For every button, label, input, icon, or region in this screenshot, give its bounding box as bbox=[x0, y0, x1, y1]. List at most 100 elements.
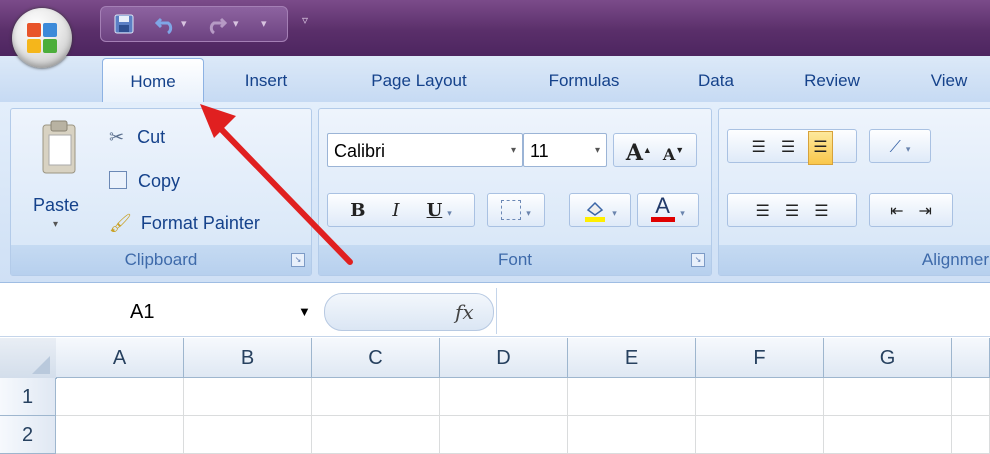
name-box[interactable]: A1 ▼ bbox=[8, 296, 318, 328]
column-header-g[interactable]: G bbox=[824, 338, 952, 378]
cut-label: Cut bbox=[137, 127, 166, 147]
bottom-align-icon[interactable]: ☰ bbox=[808, 131, 833, 165]
ribbon: Paste ▾ ✂ Cut Copy 🖌 Format Painter Clip… bbox=[0, 102, 990, 283]
formula-controls: fx bbox=[324, 293, 494, 331]
cell-e2[interactable] bbox=[568, 416, 696, 454]
decrease-indent-icon[interactable]: ⇤ bbox=[890, 203, 903, 220]
clipboard-dialog-launcher[interactable]: ↘ bbox=[291, 253, 305, 267]
save-icon[interactable] bbox=[113, 13, 135, 35]
format-painter-button[interactable]: 🖌 Format Painter bbox=[109, 213, 260, 234]
select-all-button[interactable] bbox=[0, 338, 57, 379]
cell-f2[interactable] bbox=[696, 416, 824, 454]
customize-icon[interactable]: ▾ bbox=[261, 13, 267, 35]
vertical-align-buttons: ☰ ☰ ☰ bbox=[727, 129, 857, 165]
row-header-2[interactable]: 2 bbox=[0, 416, 56, 454]
cell-h2[interactable] bbox=[952, 416, 990, 454]
cell-d2[interactable] bbox=[440, 416, 568, 454]
column-header-d[interactable]: D bbox=[440, 338, 568, 378]
borders-dropdown-icon: ▾ bbox=[526, 208, 531, 218]
fill-color-dropdown-icon: ▾ bbox=[612, 208, 617, 218]
column-header-h[interactable] bbox=[952, 338, 990, 378]
column-header-e[interactable]: E bbox=[568, 338, 696, 378]
alignment-group: ☰ ☰ ☰ ⟋ ▾ ☰ ☰ ☰ ⇤ ⇥ Alignmer bbox=[718, 108, 990, 276]
ribbon-tabs: Home Insert Page Layout Formulas Data Re… bbox=[0, 56, 990, 105]
align-left-icon[interactable]: ☰ bbox=[755, 203, 769, 220]
clipboard-group-label: Clipboard bbox=[11, 245, 311, 275]
column-header-b[interactable]: B bbox=[184, 338, 312, 378]
orientation-icon: ⟋ bbox=[889, 139, 901, 156]
fill-color-button[interactable]: ▾ bbox=[569, 193, 631, 227]
tab-page-layout[interactable]: Page Layout bbox=[344, 66, 494, 96]
middle-align-icon[interactable]: ☰ bbox=[781, 139, 795, 156]
font-group-label: Font bbox=[319, 245, 711, 275]
copy-button[interactable]: Copy bbox=[109, 171, 180, 192]
tab-home[interactable]: Home bbox=[102, 58, 204, 105]
column-header-f[interactable]: F bbox=[696, 338, 824, 378]
grow-font-button[interactable]: A bbox=[626, 140, 643, 166]
undo-icon[interactable] bbox=[154, 13, 177, 35]
fill-color-icon bbox=[583, 198, 607, 222]
borders-icon bbox=[501, 200, 522, 220]
horizontal-align-buttons: ☰ ☰ ☰ bbox=[727, 193, 857, 227]
tab-view[interactable]: View bbox=[914, 66, 984, 96]
align-right-icon[interactable]: ☰ bbox=[814, 203, 828, 220]
font-size-combo[interactable]: 11 ▾ bbox=[523, 133, 607, 167]
name-box-value: A1 bbox=[130, 301, 155, 323]
qat-more-icon[interactable]: ▿ bbox=[302, 13, 308, 27]
alignment-group-label: Alignmer bbox=[719, 245, 990, 275]
tab-formulas[interactable]: Formulas bbox=[524, 66, 644, 96]
redo-icon[interactable] bbox=[205, 13, 228, 35]
cell-f1[interactable] bbox=[696, 378, 824, 416]
tab-data[interactable]: Data bbox=[682, 66, 750, 96]
tab-insert[interactable]: Insert bbox=[226, 66, 306, 96]
align-center-icon[interactable]: ☰ bbox=[785, 203, 799, 220]
font-size-dropdown-icon: ▾ bbox=[594, 145, 600, 156]
cell-b2[interactable] bbox=[184, 416, 312, 454]
formula-bar: A1 ▼ fx bbox=[0, 286, 990, 337]
title-bar: ▾ ▾ ▾ ▿ bbox=[0, 0, 990, 56]
cut-button[interactable]: ✂ Cut bbox=[109, 127, 165, 148]
cell-a2[interactable] bbox=[56, 416, 184, 454]
tab-review[interactable]: Review bbox=[786, 66, 878, 96]
copy-label: Copy bbox=[138, 171, 181, 191]
cell-c1[interactable] bbox=[312, 378, 440, 416]
shrink-font-button[interactable]: A bbox=[663, 145, 675, 164]
orientation-button[interactable]: ⟋ ▾ bbox=[869, 129, 931, 163]
name-box-dropdown-icon[interactable]: ▼ bbox=[298, 296, 311, 328]
increase-indent-icon[interactable]: ⇥ bbox=[919, 203, 932, 220]
formula-input[interactable] bbox=[496, 288, 990, 334]
font-name-dropdown-icon: ▾ bbox=[510, 145, 516, 156]
underline-button[interactable]: U bbox=[427, 200, 443, 221]
cell-a1[interactable] bbox=[56, 378, 184, 416]
column-header-c[interactable]: C bbox=[312, 338, 440, 378]
cell-h1[interactable] bbox=[952, 378, 990, 416]
grow-shrink-buttons: A▲ A▼ bbox=[613, 133, 697, 167]
font-name-combo[interactable]: Calibri ▾ bbox=[327, 133, 523, 167]
cell-b1[interactable] bbox=[184, 378, 312, 416]
select-all-icon bbox=[32, 356, 50, 374]
cell-g1[interactable] bbox=[824, 378, 952, 416]
office-button[interactable] bbox=[12, 8, 72, 68]
column-header-a[interactable]: A bbox=[56, 338, 184, 378]
cell-d1[interactable] bbox=[440, 378, 568, 416]
redo-dropdown-icon[interactable]: ▾ bbox=[233, 13, 239, 35]
cell-g2[interactable] bbox=[824, 416, 952, 454]
paste-dropdown-icon[interactable]: ▾ bbox=[53, 219, 58, 230]
italic-button[interactable]: I bbox=[392, 200, 399, 221]
scissors-icon: ✂ bbox=[109, 127, 125, 147]
top-align-icon[interactable]: ☰ bbox=[751, 139, 765, 156]
font-dialog-launcher[interactable]: ↘ bbox=[691, 253, 705, 267]
paste-icon[interactable] bbox=[39, 119, 79, 177]
font-color-button[interactable]: A ▾ bbox=[637, 193, 699, 227]
underline-dropdown-icon[interactable]: ▾ bbox=[447, 208, 452, 218]
paste-button[interactable]: Paste bbox=[33, 195, 79, 216]
cell-e1[interactable] bbox=[568, 378, 696, 416]
borders-button[interactable]: ▾ bbox=[487, 193, 545, 227]
orientation-dropdown-icon: ▾ bbox=[905, 144, 911, 154]
font-color-dropdown-icon: ▾ bbox=[680, 208, 685, 218]
cell-c2[interactable] bbox=[312, 416, 440, 454]
insert-function-button[interactable]: fx bbox=[455, 294, 474, 330]
undo-dropdown-icon[interactable]: ▾ bbox=[181, 13, 187, 35]
bold-button[interactable]: B bbox=[350, 200, 365, 221]
row-header-1[interactable]: 1 bbox=[0, 378, 56, 416]
